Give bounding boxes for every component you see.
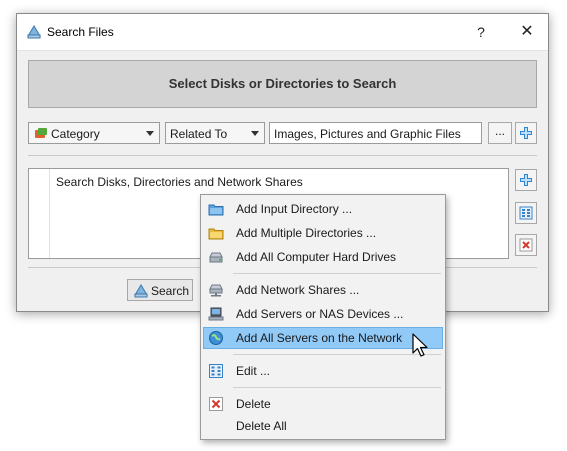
menu-item-label: Edit ... (236, 364, 271, 378)
menu-item-label: Add All Servers on the Network (236, 331, 403, 345)
menu-item-add-all-hard-drives[interactable]: Add All Computer Hard Drives (203, 246, 443, 268)
chevron-down-icon (146, 131, 154, 136)
menu-item-label: Delete (236, 397, 271, 411)
delete-icon (209, 397, 223, 411)
search-button[interactable]: Search (127, 279, 193, 301)
relation-dropdown[interactable]: Related To (165, 122, 265, 144)
menu-item-label: Add Input Directory ... (236, 202, 353, 216)
folder-blue-icon (208, 204, 224, 216)
list-item[interactable]: Search Disks, Directories and Network Sh… (56, 175, 303, 189)
search-files-app-icon (27, 25, 41, 39)
folder-yellow-icon (208, 228, 224, 240)
help-button[interactable]: ? (467, 19, 495, 45)
server-icon (208, 307, 224, 321)
menu-item-add-multiple-directories[interactable]: Add Multiple Directories ... (203, 222, 443, 244)
add-filter-button[interactable] (515, 122, 537, 144)
delete-location-button[interactable] (515, 234, 537, 256)
category-dropdown[interactable]: Category (28, 122, 160, 144)
chevron-down-icon (251, 131, 259, 136)
menu-item-add-all-servers-network[interactable]: Add All Servers on the Network (203, 327, 443, 349)
search-button-label: Search (151, 284, 190, 298)
plus-icon (520, 174, 532, 186)
menu-item-edit[interactable]: Edit ... (203, 360, 443, 382)
menu-item-label: Add All Computer Hard Drives (236, 250, 397, 264)
category-icon (35, 128, 47, 138)
edit-location-button[interactable] (515, 202, 537, 224)
category-value-field[interactable]: Images, Pictures and Graphic Files (269, 122, 482, 144)
globe-icon (209, 331, 223, 345)
close-button[interactable]: ✕ (513, 19, 541, 45)
menu-item-delete[interactable]: Delete (203, 393, 443, 415)
category-value-text: Images, Pictures and Graphic Files (274, 127, 461, 141)
menu-item-add-network-shares[interactable]: Add Network Shares ... (203, 279, 443, 301)
plus-icon (520, 127, 532, 139)
delete-icon (519, 238, 533, 252)
menu-separator (233, 354, 441, 355)
menu-item-label: Add Servers or NAS Devices ... (236, 307, 404, 321)
relation-label: Related To (170, 127, 228, 141)
menu-item-add-input-directory[interactable]: Add Input Directory ... (203, 198, 443, 220)
category-label: Category (51, 127, 100, 141)
menu-separator (233, 387, 441, 388)
menu-item-add-servers-nas[interactable]: Add Servers or NAS Devices ... (203, 303, 443, 325)
browse-button[interactable]: ... (488, 122, 512, 144)
hard-drive-icon (209, 252, 223, 263)
menu-separator (233, 273, 441, 274)
search-files-icon (134, 284, 148, 298)
menu-item-delete-all[interactable]: Delete All (203, 415, 443, 437)
title-bar: Search Files ? ✕ (17, 14, 548, 51)
add-location-context-menu: Add Input Directory ... Add Multiple Dir… (200, 194, 446, 440)
network-share-icon (209, 284, 223, 297)
edit-icon (209, 364, 223, 378)
mouse-pointer-icon (412, 333, 428, 357)
add-location-button[interactable] (515, 169, 537, 191)
menu-item-label: Add Network Shares ... (236, 283, 360, 297)
menu-item-label: Add Multiple Directories ... (236, 226, 377, 240)
separator (28, 155, 537, 156)
select-disks-banner[interactable]: Select Disks or Directories to Search (28, 60, 537, 108)
edit-icon (519, 206, 533, 220)
list-column-divider (49, 169, 50, 258)
window-title: Search Files (47, 25, 114, 39)
menu-item-label: Delete All (236, 419, 287, 433)
